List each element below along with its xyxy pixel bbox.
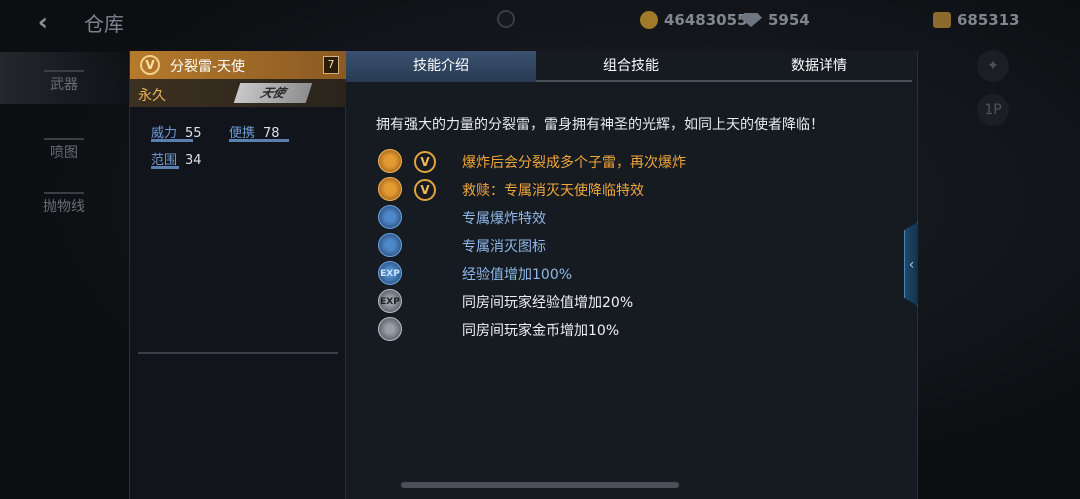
stat-power: 威力 55 — [151, 122, 202, 142]
vip-icon: V — [414, 151, 436, 173]
blast-effect-icon — [378, 205, 402, 229]
diamond-icon — [740, 13, 762, 27]
skill-panel: 技能介绍 组合技能 数据详情 拥有强大的力量的分裂雷，雷身拥有神圣的光辉，如同上… — [346, 51, 918, 499]
room-coin-icon — [378, 317, 402, 341]
skill-text: 同房间玩家经验值增加20% — [462, 295, 634, 311]
kill-mark-icon — [378, 233, 402, 257]
arc-icon — [44, 178, 84, 194]
stat-portability: 便携 78 — [229, 122, 289, 142]
tab-skill-intro[interactable]: 技能介绍 — [346, 51, 536, 82]
coin-value: 46483055 — [664, 11, 748, 29]
collapse-arrow-icon[interactable]: ‹ — [904, 222, 918, 306]
rifle-icon — [44, 56, 84, 72]
stat-bar — [151, 139, 193, 142]
nav-label: 抛物线 — [43, 199, 85, 215]
weapon-header: V 分裂雷-天使 7 — [130, 51, 347, 79]
weapon-name: 分裂雷-天使 — [170, 59, 246, 75]
skill-text: 救赎：专属消灭天使降临特效 — [462, 183, 644, 199]
coin-icon — [640, 11, 658, 29]
angel-tag: 天使 — [233, 83, 313, 103]
stat-range: 范围 34 — [151, 149, 202, 169]
page-title: 仓库 — [84, 12, 124, 36]
diamond-value: 5954 — [768, 11, 810, 29]
room-exp-icon: EXP — [378, 289, 402, 313]
stat-bar — [229, 139, 289, 142]
skill-text: 爆炸后会分裂成多个子雷，再次爆炸 — [462, 155, 686, 171]
redemption-icon — [378, 177, 402, 201]
nav-item-sprays[interactable]: 喷图 — [0, 120, 128, 172]
rank-badge: 7 — [323, 56, 339, 74]
nav-label: 武器 — [50, 77, 78, 93]
tab-bar: 技能介绍 组合技能 数据详情 — [346, 51, 912, 82]
exp-icon: EXP — [378, 261, 402, 285]
duration-label: 永久 — [138, 88, 166, 104]
weapon-description: 拥有强大的力量的分裂雷，雷身拥有神圣的光辉，如同上天的使者降临！ — [376, 117, 824, 133]
player-button[interactable]: 1P — [977, 94, 1009, 126]
weapon-subheader: 永久 天使 — [130, 79, 347, 107]
nav-label: 喷图 — [50, 145, 78, 161]
nav-item-arc[interactable]: 抛物线 — [0, 174, 128, 226]
divider — [138, 352, 338, 354]
vip-icon: V — [414, 179, 436, 201]
weapon-info-panel: V 分裂雷-天使 7 永久 天使 威力 55 便携 78 范围 34 — [129, 51, 347, 499]
skill-text: 专属消灭图标 — [462, 239, 546, 255]
back-arrow-icon[interactable]: ‹‹ — [38, 8, 72, 36]
tab-data-details[interactable]: 数据详情 — [726, 51, 912, 82]
horizontal-scrollbar[interactable] — [401, 482, 679, 488]
gold-value: 685313 — [957, 11, 1020, 29]
diamond-balance: 5954 — [740, 11, 810, 29]
top-bar: ‹‹ 仓库 46483055 5954 685313 — [0, 0, 1080, 44]
tab-combo-skills[interactable]: 组合技能 — [536, 51, 726, 82]
skill-text: 经验值增加100% — [462, 267, 573, 283]
rotate-button[interactable]: ✦ — [977, 50, 1009, 82]
skill-text: 专属爆炸特效 — [462, 211, 546, 227]
skill-text: 同房间玩家金币增加10% — [462, 323, 620, 339]
explosion-icon — [378, 149, 402, 173]
left-nav: 武器 喷图 抛物线 — [0, 52, 128, 499]
spray-icon — [44, 124, 84, 140]
coin-balance: 46483055 — [640, 11, 748, 29]
stat-value: 34 — [185, 153, 202, 168]
vip-badge-icon: V — [140, 55, 160, 75]
stat-bar — [151, 166, 179, 169]
gold-balance: 685313 — [933, 11, 1020, 29]
notification-dot-icon — [497, 10, 515, 28]
gold-icon — [933, 12, 951, 28]
nav-item-weapons[interactable]: 武器 — [0, 52, 128, 104]
